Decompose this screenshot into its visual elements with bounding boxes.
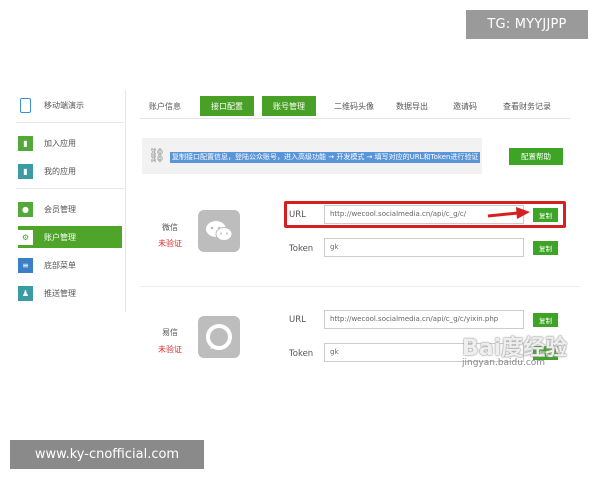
sidebar-item-label: 移动端演示 bbox=[44, 100, 84, 110]
tab-account-manage[interactable]: 账号管理 bbox=[262, 96, 316, 116]
divider bbox=[16, 122, 124, 123]
sidebar-item-my-apps[interactable]: ▮ 我的应用 bbox=[18, 160, 122, 182]
sidebar-item-label: 推送管理 bbox=[44, 288, 76, 298]
token-label: Token bbox=[289, 349, 314, 359]
yixin-icon bbox=[198, 316, 240, 358]
sidebar-item-label: 会员管理 bbox=[44, 204, 76, 214]
menu-icon: ≡ bbox=[18, 257, 33, 273]
token-label: Token bbox=[289, 244, 314, 254]
config-help-button[interactable]: 配置帮助 bbox=[509, 148, 563, 165]
tab-underline bbox=[140, 118, 570, 119]
tab-finance-records[interactable]: 查看财务记录 bbox=[492, 96, 562, 116]
site-url-badge: www.ky-cnofficial.com bbox=[10, 440, 204, 469]
red-arrow-icon bbox=[487, 207, 530, 219]
link-icon: ⛓ bbox=[148, 148, 166, 164]
copy-token-button[interactable]: 复制 bbox=[533, 241, 558, 255]
bookmark-icon: ▮ bbox=[18, 135, 33, 151]
tab-bar: 账户信息 接口配置 账号管理 二维码头像 数据导出 邀请码 查看财务记录 bbox=[140, 96, 570, 118]
sidebar-item-members[interactable]: ● 会员管理 bbox=[18, 198, 122, 220]
sidebar-item-label: 底部菜单 bbox=[44, 260, 76, 270]
sidebar-item-mobile-demo[interactable]: 移动端演示 bbox=[18, 94, 122, 116]
sidebar-item-label: 我的应用 bbox=[44, 166, 76, 176]
sidebar-item-account[interactable]: ⚙ 账户管理 bbox=[18, 226, 122, 248]
divider bbox=[140, 286, 580, 287]
divider bbox=[16, 188, 124, 189]
sidebar-item-push[interactable]: ♟ 推送管理 bbox=[18, 282, 122, 304]
sidebar-item-bottom-menu[interactable]: ≡ 底部菜单 bbox=[18, 254, 122, 276]
copy-url-button[interactable]: 复制 bbox=[533, 313, 558, 327]
banner-text: 复制接口配置信息，登陆公众账号，进入高级功能 → 开发模式 → 填写对应的URL… bbox=[170, 152, 481, 163]
sidebar-item-add-app[interactable]: ▮ 加入应用 bbox=[18, 132, 122, 154]
tab-invite-code[interactable]: 邀请码 bbox=[444, 96, 486, 116]
phone-icon bbox=[20, 97, 31, 113]
token-field[interactable]: gk bbox=[324, 238, 524, 257]
info-banner: ⛓ 复制接口配置信息，登陆公众账号，进入高级功能 → 开发模式 → 填写对应的U… bbox=[142, 138, 482, 174]
account-name: 微信 bbox=[162, 223, 178, 232]
url-label: URL bbox=[289, 315, 306, 325]
tab-data-export[interactable]: 数据导出 bbox=[388, 96, 436, 116]
tab-account-info[interactable]: 账户信息 bbox=[140, 96, 190, 116]
sidebar-item-label: 加入应用 bbox=[44, 138, 76, 148]
account-name: 易信 bbox=[162, 328, 178, 337]
tab-qrcode-avatar[interactable]: 二维码头像 bbox=[326, 96, 382, 116]
tg-badge: TG: MYYJJPP bbox=[466, 10, 588, 39]
sidebar: 移动端演示 ▮ 加入应用 ▮ 我的应用 ● 会员管理 ⚙ 账户管理 ≡ 底部菜单… bbox=[12, 90, 126, 312]
account-status: 未验证 bbox=[158, 239, 182, 248]
gear-icon: ⚙ bbox=[18, 229, 33, 245]
tab-interface-config[interactable]: 接口配置 bbox=[200, 96, 254, 116]
users-icon: ● bbox=[18, 201, 33, 217]
account-status: 未验证 bbox=[158, 345, 182, 354]
wechat-icon bbox=[198, 210, 240, 252]
user-icon: ♟ bbox=[18, 285, 33, 301]
watermark-url: jingyan.baidu.com bbox=[462, 358, 546, 368]
bookmark-icon: ▮ bbox=[18, 163, 33, 179]
sidebar-item-label: 账户管理 bbox=[44, 232, 76, 242]
url-field[interactable]: http://wecool.socialmedia.cn/api/c_g/c/y… bbox=[324, 310, 524, 329]
